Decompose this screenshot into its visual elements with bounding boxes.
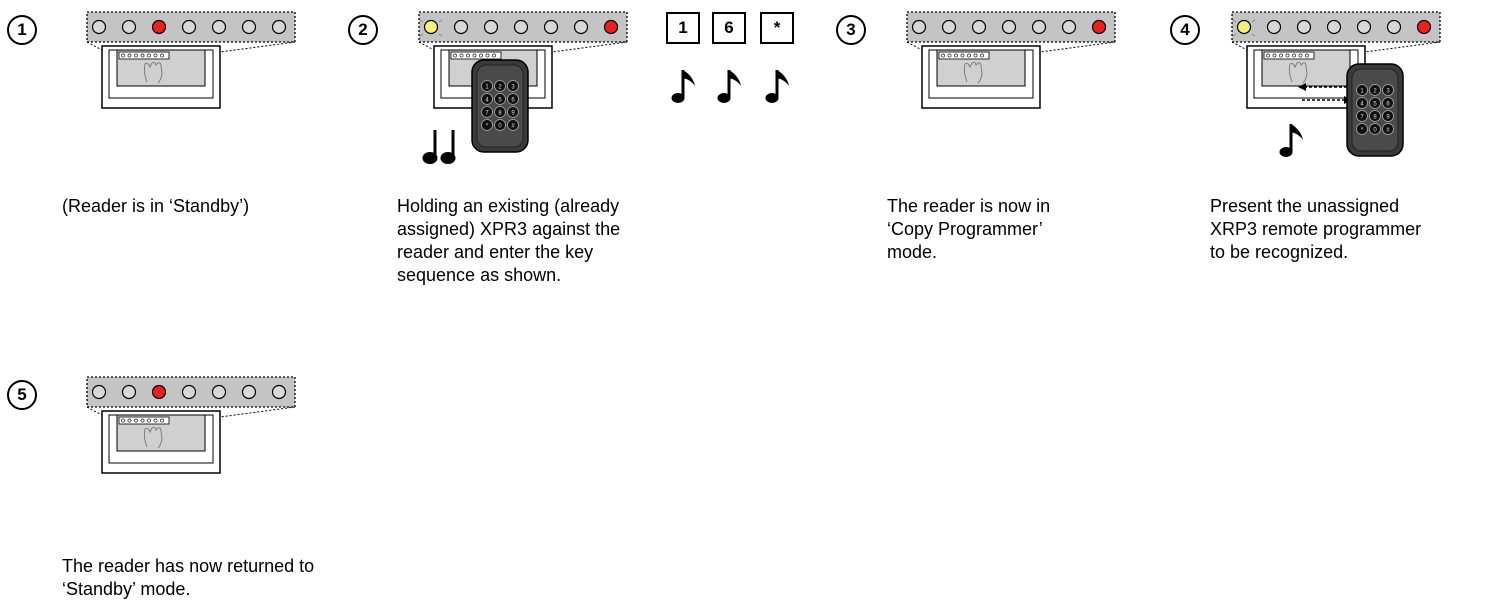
led-4 [1001, 19, 1017, 35]
led-2 [941, 19, 957, 35]
led-7 [1416, 19, 1432, 35]
step-3-number: 3 [836, 15, 866, 45]
led-4 [513, 19, 529, 35]
step-5-number: 5 [7, 380, 37, 410]
key-sequence-3: * [760, 12, 794, 44]
led-2 [1266, 19, 1282, 35]
led-3 [1296, 19, 1312, 35]
led-1 [423, 19, 439, 35]
led-7 [271, 19, 287, 35]
led-3 [483, 19, 499, 35]
led-4 [1326, 19, 1342, 35]
led-6 [573, 19, 589, 35]
led-7 [603, 19, 619, 35]
step-2-number: 2 [348, 15, 378, 45]
led-5 [1031, 19, 1047, 35]
led-7 [271, 384, 287, 400]
led-1 [911, 19, 927, 35]
led-6 [1386, 19, 1402, 35]
step-3-reader-diagram [906, 11, 1116, 109]
led-1 [1236, 19, 1252, 35]
step-5-reader-diagram [86, 376, 296, 474]
led-4 [181, 384, 197, 400]
led-1 [91, 19, 107, 35]
led-2 [121, 384, 137, 400]
led-2 [121, 19, 137, 35]
key-sequence-2: 6 [712, 12, 746, 44]
step-4-number: 4 [1170, 15, 1200, 45]
step-2-remote-programmer: 1 2 34 5 67 8 9* 0 # [471, 59, 529, 153]
double-note-icon [422, 130, 456, 164]
led-2 [453, 19, 469, 35]
step-4-remote-programmer: 1 2 34 5 67 8 9* 0 # [1346, 63, 1404, 157]
led-3 [151, 384, 167, 400]
step-1-number: 1 [7, 15, 37, 45]
led-5 [1356, 19, 1372, 35]
led-7 [1091, 19, 1107, 35]
led-6 [241, 19, 257, 35]
eighth-note-icon [671, 70, 695, 103]
led-5 [211, 384, 227, 400]
step-4-caption: Present the unassigned XRP3 remote progr… [1210, 196, 1422, 262]
eighth-note-icon [1279, 124, 1303, 157]
step-5-caption: The reader has now returned to ‘Standby’… [62, 556, 315, 599]
led-3 [151, 19, 167, 35]
key-sequence-1: 1 [666, 12, 700, 44]
eighth-note-icon [765, 70, 789, 103]
step-1-reader-diagram [86, 11, 296, 109]
led-5 [543, 19, 559, 35]
led-5 [211, 19, 227, 35]
led-3 [971, 19, 987, 35]
step-2-caption: Holding an existing (already assigned) X… [397, 196, 621, 285]
led-1 [91, 384, 107, 400]
led-6 [1061, 19, 1077, 35]
led-4 [181, 19, 197, 35]
led-6 [241, 384, 257, 400]
eighth-note-icon [717, 70, 741, 103]
step-1-caption: (Reader is in ‘Standby’) [62, 196, 250, 216]
step-3-caption: The reader is now in ‘Copy Programmer’ m… [887, 196, 1051, 262]
